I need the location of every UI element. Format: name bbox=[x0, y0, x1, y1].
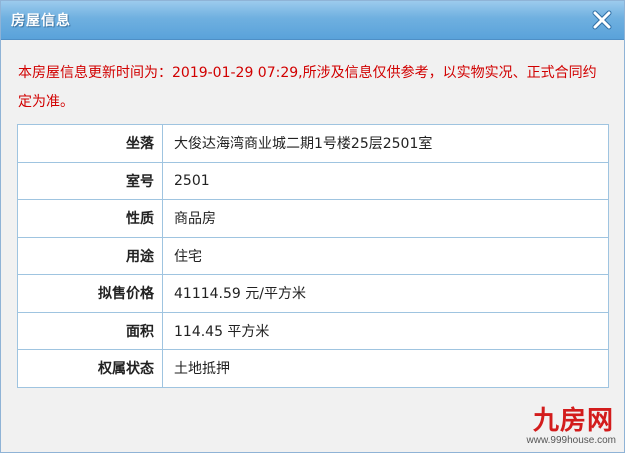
row-label-room-number: 室号 bbox=[17, 161, 163, 200]
table-row: 权属状态 土地抵押 bbox=[17, 349, 609, 388]
row-value-area: 114.45 平方米 bbox=[162, 311, 609, 350]
house-info-table: 坐落 大俊达海湾商业城二期1号楼25层2501室 室号 2501 性质 商品房 … bbox=[17, 124, 609, 388]
row-label-area: 面积 bbox=[17, 311, 163, 350]
table-row: 室号 2501 bbox=[17, 161, 609, 200]
row-value-usage: 住宅 bbox=[162, 236, 609, 275]
row-label-location: 坐落 bbox=[17, 124, 163, 163]
row-value-property-type: 商品房 bbox=[162, 199, 609, 238]
row-value-room-number: 2501 bbox=[162, 161, 609, 200]
row-label-price: 拟售价格 bbox=[17, 274, 163, 313]
row-value-ownership-status: 土地抵押 bbox=[162, 349, 609, 388]
table-row: 拟售价格 41114.59 元/平方米 bbox=[17, 274, 609, 313]
table-row: 坐落 大俊达海湾商业城二期1号楼25层2501室 bbox=[17, 124, 609, 163]
table-row: 面积 114.45 平方米 bbox=[17, 311, 609, 350]
house-info-dialog: 房屋信息 本房屋信息更新时间为：2019-01-29 07:29,所涉及信息仅供… bbox=[0, 0, 625, 453]
row-label-usage: 用途 bbox=[17, 236, 163, 275]
dialog-title: 房屋信息 bbox=[11, 13, 71, 29]
row-label-property-type: 性质 bbox=[17, 199, 163, 238]
row-value-price: 41114.59 元/平方米 bbox=[162, 274, 609, 313]
row-label-ownership-status: 权属状态 bbox=[17, 349, 163, 388]
table-row: 用途 住宅 bbox=[17, 236, 609, 275]
close-icon[interactable] bbox=[590, 8, 614, 32]
table-row: 性质 商品房 bbox=[17, 199, 609, 238]
watermark-logo: 九房网 bbox=[532, 406, 614, 436]
watermark-url: www.999house.com bbox=[526, 435, 617, 446]
dialog-titlebar[interactable]: 房屋信息 bbox=[1, 1, 624, 40]
row-value-location: 大俊达海湾商业城二期1号楼25层2501室 bbox=[162, 124, 609, 163]
close-button[interactable] bbox=[590, 8, 614, 32]
update-notice: 本房屋信息更新时间为：2019-01-29 07:29,所涉及信息仅供参考，以实… bbox=[18, 65, 597, 110]
watermark: 九房网 www.999house.com bbox=[508, 400, 618, 446]
